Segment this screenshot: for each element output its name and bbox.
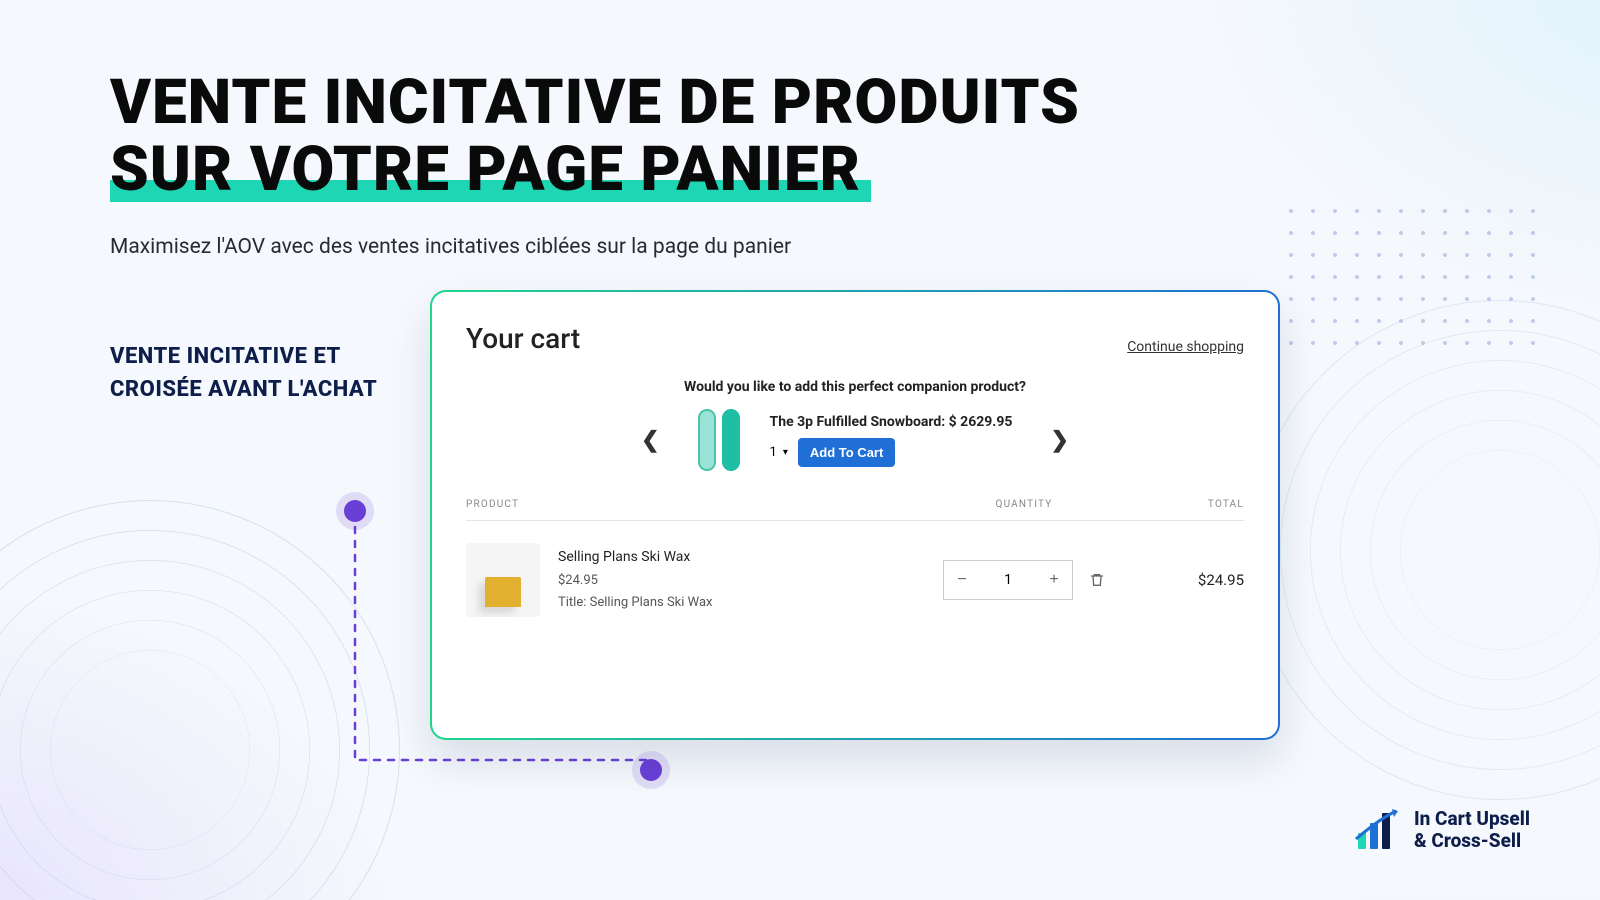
connector-dot-end (640, 759, 662, 781)
add-to-cart-button[interactable]: Add To Cart (798, 438, 895, 467)
upsell-product-image (698, 409, 742, 471)
upsell-qty-select[interactable]: 1 ▾ (770, 445, 788, 460)
cart-row: Selling Plans Ski Wax $24.95 Title: Sell… (466, 521, 1244, 617)
upsell-question: Would you like to add this perfect compa… (466, 379, 1244, 395)
decorative-contours-tr (1250, 300, 1600, 800)
continue-shopping-link[interactable]: Continue shopping (1127, 339, 1244, 355)
qty-increment-button[interactable]: + (1036, 561, 1072, 599)
brand-line2: & Cross-Sell (1414, 830, 1530, 852)
col-quantity: QUANTITY (914, 499, 1134, 510)
cart-item-variant: Title: Selling Plans Ski Wax (558, 592, 914, 614)
headline-line1: VENTE INCITATIVE DE PRODUITS (110, 70, 1540, 137)
upsell-product-name: The 3p Fulfilled Snowboard: $ 2629.95 (770, 414, 1013, 430)
headline: VENTE INCITATIVE DE PRODUITS SUR VOTRE P… (110, 70, 1540, 204)
cart-item-total: $24.95 (1134, 571, 1244, 589)
cart-item-thumbnail (466, 543, 540, 617)
cart-table-header: PRODUCT QUANTITY TOTAL (466, 499, 1244, 521)
cart-card: Your cart Continue shopping Would you li… (430, 290, 1280, 740)
qty-value: 1 (980, 572, 1036, 588)
brand-badge: In Cart Upsell & Cross-Sell (1354, 808, 1530, 852)
qty-decrement-button[interactable]: − (944, 561, 980, 599)
side-callout: VENTE INCITATIVE ET CROISÉE AVANT L'ACHA… (110, 340, 390, 406)
brand-logo-icon (1354, 809, 1400, 851)
brand-line1: In Cart Upsell (1414, 808, 1530, 830)
col-total: TOTAL (1134, 499, 1244, 510)
headline-line2: SUR VOTRE PAGE PANIER (110, 137, 861, 204)
qty-stepper: − 1 + (943, 560, 1073, 600)
decorative-dot-grid (1280, 200, 1540, 360)
chevron-down-icon: ▾ (783, 447, 788, 458)
upsell-widget: Would you like to add this perfect compa… (466, 379, 1244, 471)
cart-item-name: Selling Plans Ski Wax (558, 546, 914, 570)
upsell-prev-button[interactable]: ❮ (631, 422, 669, 459)
cart-title: Your cart (466, 322, 580, 355)
cart-item-price: $24.95 (558, 570, 914, 592)
upsell-next-button[interactable]: ❯ (1040, 422, 1078, 459)
upsell-qty-value: 1 (770, 445, 777, 460)
col-product: PRODUCT (466, 499, 914, 510)
trash-icon[interactable] (1089, 572, 1105, 588)
decorative-contours-bl (0, 500, 400, 900)
subheadline: Maximisez l'AOV avec des ventes incitati… (110, 235, 791, 259)
